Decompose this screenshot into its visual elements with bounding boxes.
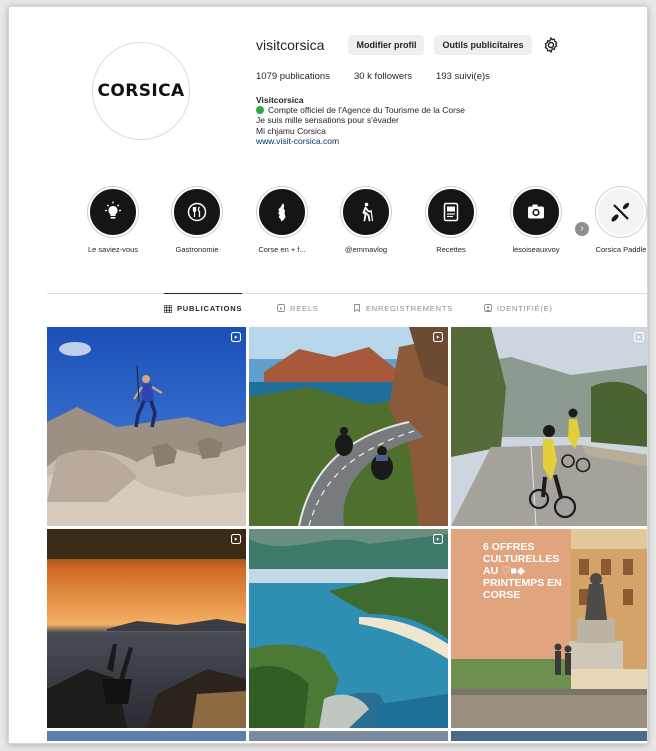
highlight-label: Corse en + f... <box>258 245 306 254</box>
bio-name: Visitcorsica <box>256 95 304 105</box>
profile-header-row: visitcorsica Modifier profil Outils publ… <box>256 35 560 55</box>
post-culture-offers-statue[interactable]: 6 OFFRES CULTURELLES AU ♡■◆ PRINTEMPS EN… <box>451 529 647 728</box>
following-count[interactable]: 193 suivi(e)s <box>436 71 490 82</box>
tab-label: IDENTIFIÉ(E) <box>497 303 553 313</box>
tag-icon <box>484 304 492 312</box>
followers-count[interactable]: 30 k followers <box>354 71 412 82</box>
publications-count: 1079 publications <box>256 71 330 82</box>
tab-label: PUBLICATIONS <box>177 304 243 313</box>
camera-icon <box>528 204 544 219</box>
reel-badge-icon <box>634 332 644 342</box>
highlight-label: Recettes <box>436 245 466 254</box>
tab-identifie[interactable]: IDENTIFIÉ(E) <box>484 293 553 323</box>
post-cyclists-mountain-road[interactable] <box>451 327 647 526</box>
promo-text: 6 OFFRES CULTURELLES AU ♡■◆ PRINTEMPS EN… <box>483 541 562 601</box>
highlight-label: Corsica Paddle <box>595 245 647 254</box>
highlight-label: @emmavlog <box>344 245 388 254</box>
highlight-gastronomie[interactable]: Gastronomie <box>157 187 237 254</box>
profile-tabs: PUBLICATIONS REELS ENREGISTREMENTS IDENT… <box>47 293 647 323</box>
bookmark-icon <box>354 304 360 312</box>
hiker-icon <box>362 202 374 222</box>
post-image <box>249 327 448 526</box>
bio-line-2: Mi chjamu Corsica <box>256 125 326 136</box>
edit-profile-button[interactable]: Modifier profil <box>348 35 425 55</box>
tab-enregistrements[interactable]: ENREGISTREMENTS <box>353 293 453 323</box>
post-trail-runner[interactable] <box>47 327 246 526</box>
profile-username: visitcorsica <box>256 37 325 53</box>
highlight-emmavlog[interactable]: @emmavlog <box>326 187 406 254</box>
post-image <box>249 529 448 728</box>
reel-badge-icon <box>433 534 443 544</box>
tab-label: ENREGISTREMENTS <box>366 303 454 313</box>
highlight-le-saviez-vous[interactable]: Le saviez-vous <box>73 187 153 254</box>
bio-website-link[interactable]: www.visit-corsica.com <box>256 136 465 146</box>
profile-stats: 1079 publications 30 k followers 193 sui… <box>256 71 490 82</box>
story-highlights: Le saviez-vous Gastronomie Corse en + f.… <box>73 187 647 271</box>
post-image <box>47 327 246 526</box>
grid-icon <box>164 304 172 313</box>
post-row-peek[interactable] <box>47 731 246 741</box>
tab-reels[interactable]: REELS <box>277 293 319 323</box>
reel-badge-icon <box>231 332 241 342</box>
cutlery-icon <box>187 202 207 222</box>
bio-category: Compte officiel de l'Agence du Tourisme … <box>256 105 465 115</box>
post-aerial-beach[interactable] <box>249 529 448 728</box>
bio-line-1: Je suis mille sensations pour s'évader <box>256 115 399 126</box>
green-dot-icon <box>256 106 264 115</box>
post-motorcycles-coastal-road[interactable] <box>249 327 448 526</box>
corsica-logo: CORSICA <box>97 81 185 101</box>
post-row-peek[interactable] <box>249 731 448 741</box>
profile-bio: Visitcorsica Compte officiel de l'Agence… <box>256 95 465 146</box>
highlight-recettes[interactable]: Recettes <box>411 187 491 254</box>
post-image <box>47 529 246 728</box>
highlight-lesoiseauxvoy[interactable]: lesoiseauxvoy <box>496 187 576 254</box>
recipe-book-icon <box>443 202 459 222</box>
reel-badge-icon <box>231 534 241 544</box>
highlight-corsica-paddle[interactable]: Corsica Paddle <box>581 187 647 254</box>
reel-badge-icon <box>433 332 443 342</box>
profile-avatar[interactable]: CORSICA <box>92 42 190 140</box>
bio-category-text: Compte officiel de l'Agence du Tourisme … <box>268 105 465 116</box>
post-sunset-bay[interactable] <box>47 529 246 728</box>
highlight-label: Gastronomie <box>175 245 219 254</box>
post-row-peek[interactable] <box>451 731 647 741</box>
tab-publications[interactable]: PUBLICATIONS <box>164 293 243 323</box>
highlights-next-arrow-icon[interactable]: › <box>575 222 589 236</box>
paddle-icon <box>611 202 630 222</box>
instagram-profile-page: CORSICA visitcorsica Modifier profil Out… <box>8 6 648 744</box>
highlight-label: Le saviez-vous <box>87 245 139 254</box>
settings-gear-icon[interactable] <box>542 36 560 54</box>
lightbulb-icon <box>105 201 121 219</box>
reels-icon <box>277 304 285 312</box>
highlight-label: lesoiseauxvoy <box>512 245 560 254</box>
corsica-map-icon <box>278 203 286 222</box>
post-image <box>451 327 647 526</box>
ad-tools-button[interactable]: Outils publicitaires <box>434 35 532 55</box>
tab-label: REELS <box>290 303 319 313</box>
highlight-corse-en-plus[interactable]: Corse en + f... <box>242 187 322 254</box>
